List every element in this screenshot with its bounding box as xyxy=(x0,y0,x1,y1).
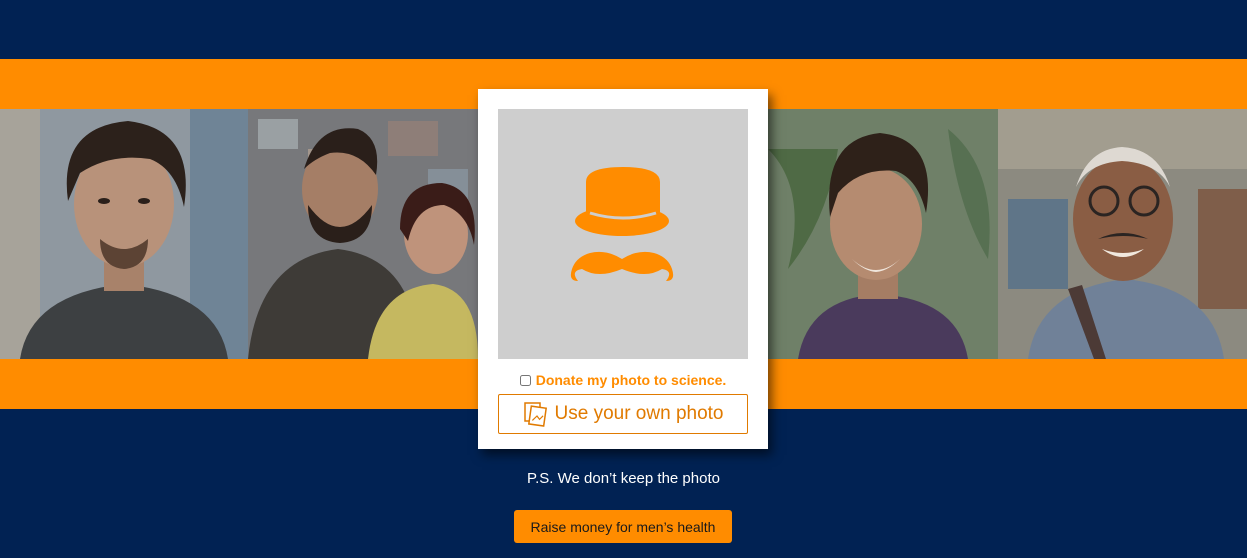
donate-row: Donate my photo to science. xyxy=(478,369,768,391)
example-photo-1 xyxy=(0,109,248,359)
photo-upload-card: Donate my photo to science. Use your own… xyxy=(478,89,768,449)
hat-and-mustache-icon xyxy=(570,167,674,281)
privacy-note: P.S. We don’t keep the photo xyxy=(527,470,720,487)
photos-icon xyxy=(523,402,547,427)
page: Donate my photo to science. Use your own… xyxy=(0,0,1247,558)
donate-checkbox[interactable] xyxy=(519,374,531,386)
photo-preview xyxy=(498,109,748,359)
use-own-photo-label: Use your own photo xyxy=(554,403,724,424)
raise-money-button[interactable]: Raise money for men’s health xyxy=(514,510,732,543)
use-own-photo-button[interactable]: Use your own photo xyxy=(498,394,748,434)
example-photo-2 xyxy=(248,109,478,359)
example-photo-3 xyxy=(768,109,998,359)
example-photo-4 xyxy=(998,109,1247,359)
donate-label[interactable]: Donate my photo to science. xyxy=(536,372,727,388)
